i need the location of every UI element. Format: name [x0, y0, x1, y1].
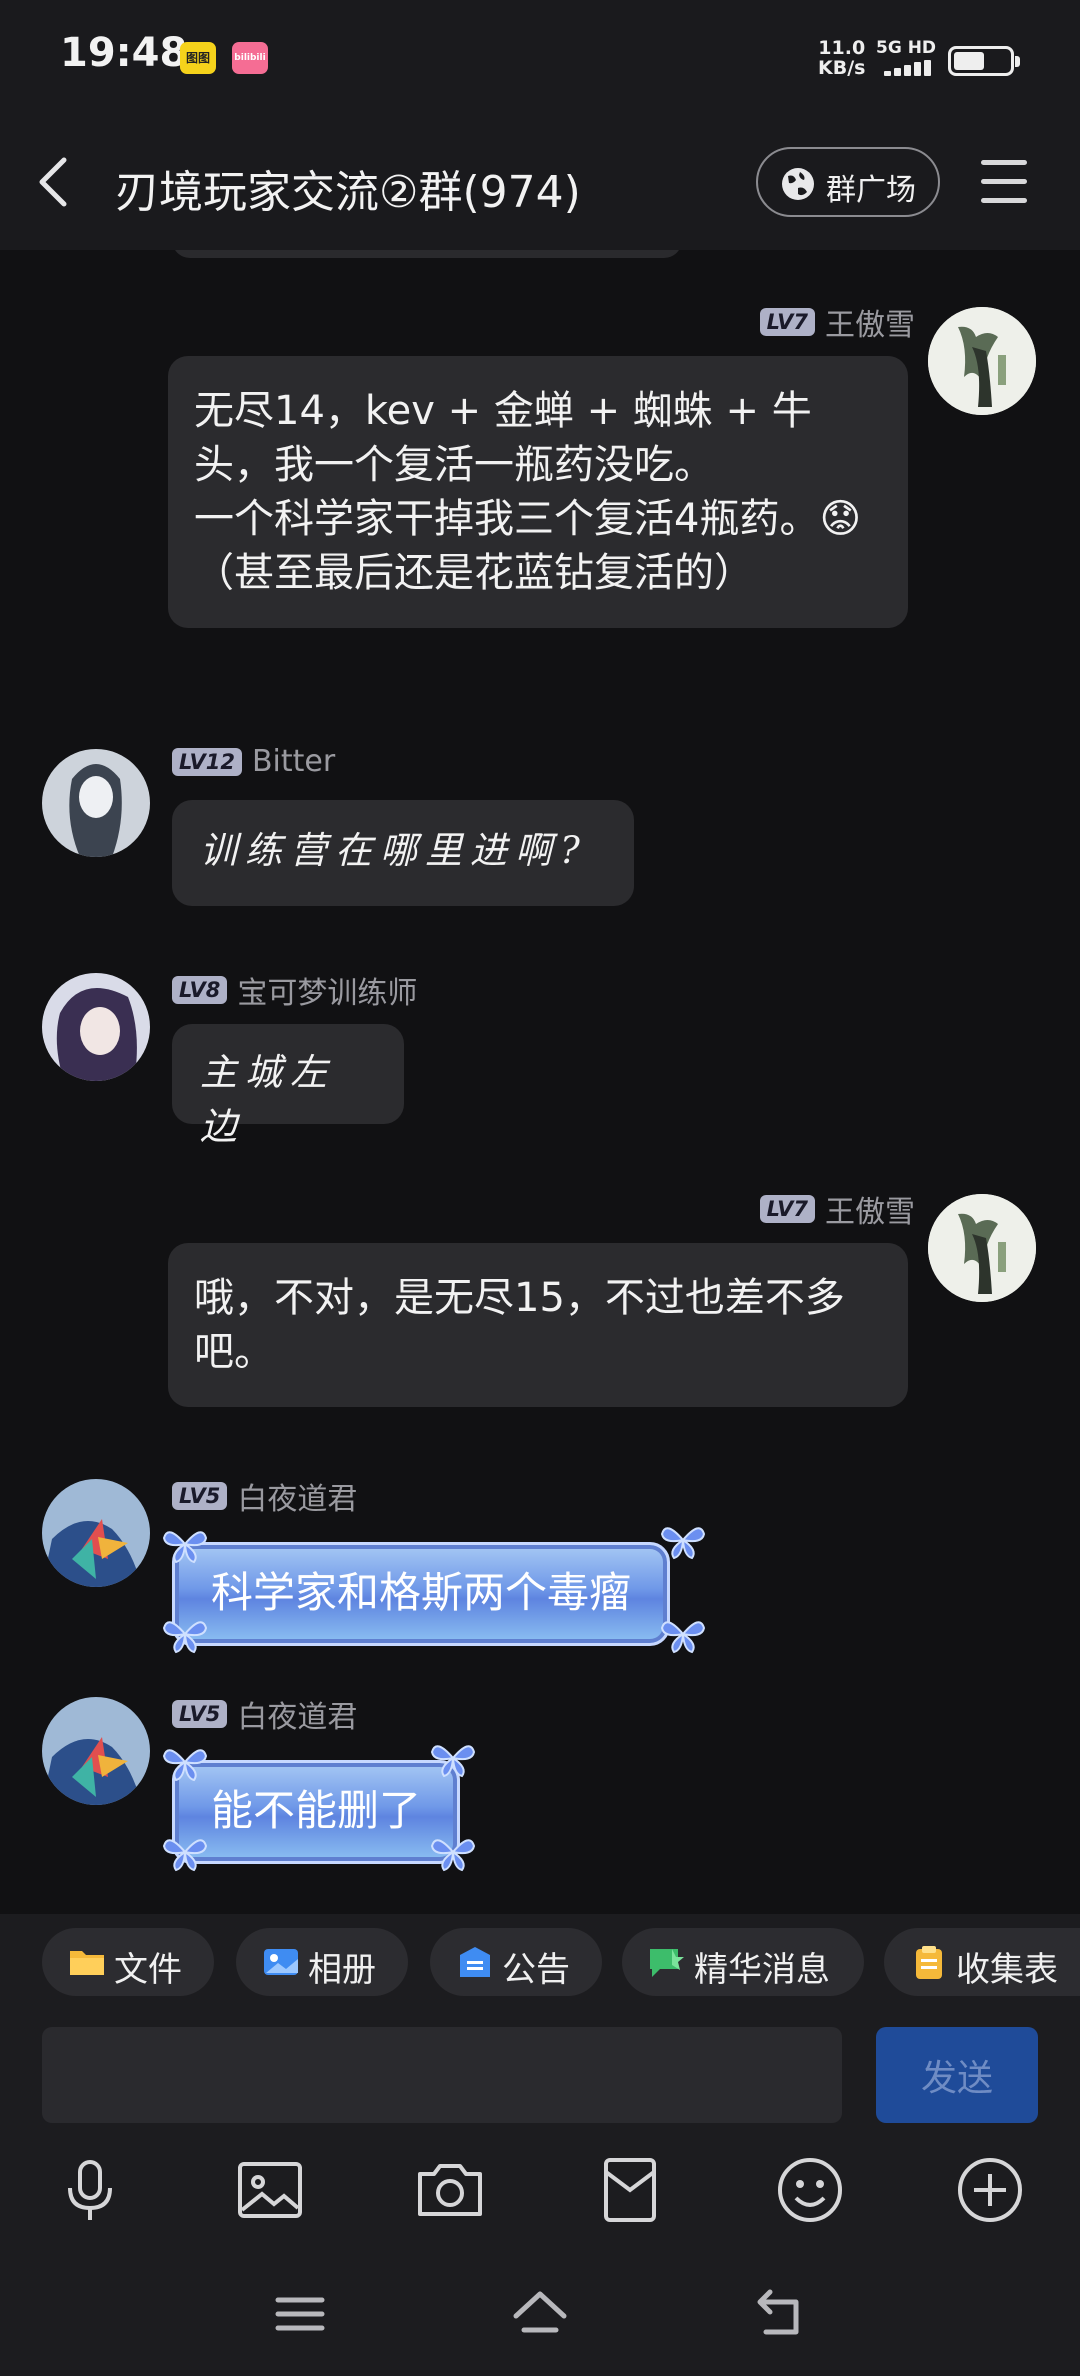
app-notification-icon: 图图	[180, 42, 216, 74]
message-bubble[interactable]: 主城左边	[172, 1024, 404, 1148]
clipboard-icon	[916, 1946, 942, 1979]
menu-button[interactable]	[978, 156, 1030, 208]
more-button[interactable]	[954, 2154, 1026, 2226]
sender-name: 白夜道君	[237, 1482, 358, 1517]
system-nav-bar	[0, 2254, 1080, 2376]
message-bubble[interactable]: 能不能删了	[172, 1760, 461, 1864]
message-meta: LV7 王傲雪	[759, 1187, 915, 1230]
announcement-icon	[460, 1947, 490, 1977]
level-badge: LV5	[172, 1482, 228, 1510]
quick-action-bar: 文件 相册 公告 精华消息 收集表	[0, 1914, 1080, 2022]
red-packet-icon	[604, 2158, 656, 2222]
group-title: 刃境玩家交流②群(974)	[115, 167, 581, 218]
nav-back-button[interactable]	[750, 2284, 810, 2344]
avatar[interactable]	[42, 1697, 150, 1805]
message-bubble[interactable]: 无尽14，kev + 金蝉 + 蜘蛛 + 牛头，我一个复活一瓶药没吃。 一个科学…	[168, 356, 908, 628]
plus-icon	[958, 2158, 1022, 2222]
emoji-button[interactable]	[774, 2154, 846, 2226]
level-badge: LV7	[759, 308, 815, 336]
quick-action-label: 文件	[114, 1950, 182, 1990]
battery-icon	[948, 46, 1020, 76]
voice-button[interactable]	[54, 2154, 126, 2226]
chat-area[interactable]: LV7 王傲雪 无尽14，kev + 金蝉 + 蜘蛛 + 牛头，我一个复活一瓶药没…	[0, 250, 1080, 1914]
message-bubble[interactable]: 训练营在哪里进啊?	[172, 800, 634, 906]
sender-name: 宝可梦训练师	[237, 976, 418, 1011]
quick-action-album[interactable]: 相册	[236, 1928, 408, 1996]
quick-action-files[interactable]: 文件	[42, 1928, 214, 1996]
message-bubble[interactable]: 科学家和格斯两个毒瘤	[172, 1542, 671, 1646]
red-packet-button[interactable]	[594, 2154, 666, 2226]
album-icon	[264, 1949, 298, 1975]
butterfly-icon	[162, 1839, 208, 1872]
butterfly-icon	[430, 1839, 476, 1872]
status-time: 19:48	[60, 30, 188, 76]
level-badge: LV12	[172, 747, 242, 776]
tool-row	[0, 2136, 1080, 2254]
quick-action-collection-form[interactable]: 收集表	[884, 1928, 1080, 1996]
partial-message-bubble	[172, 250, 682, 258]
level-badge: LV7	[759, 1195, 815, 1223]
sender-name: Bitter	[251, 744, 336, 779]
back-icon	[757, 2289, 799, 2335]
back-button[interactable]	[28, 150, 88, 214]
signal-icon	[884, 60, 940, 76]
quick-action-label: 公告	[502, 1950, 570, 1990]
recent-apps-button[interactable]	[270, 2284, 330, 2344]
butterfly-icon	[660, 1621, 706, 1654]
avatar[interactable]	[42, 749, 150, 857]
butterfly-icon	[162, 1621, 208, 1654]
butterfly-icon	[162, 1531, 208, 1564]
image-icon	[238, 2162, 302, 2218]
menu-icon	[275, 2297, 325, 2331]
image-button[interactable]	[234, 2154, 306, 2226]
sender-name: 王傲雪	[825, 1195, 915, 1230]
message-meta: LV12 Bitter	[172, 744, 336, 779]
group-plaza-button[interactable]: 群广场	[756, 147, 940, 217]
message-bubble[interactable]: 哦，不对，是无尽15，不过也差不多吧。	[168, 1243, 908, 1407]
input-bar: 发送	[0, 2022, 1080, 2136]
message-meta: LV5 白夜道君	[172, 1474, 357, 1517]
network-type: 5G HD	[876, 38, 937, 58]
avatar[interactable]	[928, 307, 1036, 415]
level-badge: LV8	[172, 976, 228, 1004]
chat-header: 刃境玩家交流②群(974) 群广场	[0, 120, 1080, 250]
sender-name: 王傲雪	[825, 308, 915, 343]
avatar[interactable]	[928, 1194, 1036, 1302]
bilibili-icon: bilibili	[232, 42, 268, 74]
microphone-icon	[68, 2160, 112, 2220]
avatar[interactable]	[42, 1479, 150, 1587]
home-button[interactable]	[510, 2284, 570, 2344]
network-speed: 11.0 KB/s	[818, 37, 866, 79]
message-input[interactable]	[42, 2027, 842, 2123]
butterfly-icon	[660, 1527, 706, 1560]
home-icon	[513, 2291, 567, 2333]
globe-icon	[782, 168, 814, 200]
send-button[interactable]: 发送	[876, 2027, 1038, 2123]
quick-action-label: 精华消息	[694, 1950, 830, 1990]
quick-action-announcement[interactable]: 公告	[430, 1928, 602, 1996]
emoji-icon	[778, 2158, 842, 2222]
message-meta: LV5 白夜道君	[172, 1692, 357, 1735]
level-badge: LV5	[172, 1700, 228, 1728]
folder-icon	[70, 1951, 104, 1975]
quick-action-essence[interactable]: 精华消息	[622, 1928, 864, 1996]
camera-button[interactable]	[414, 2154, 486, 2226]
quick-action-label: 相册	[308, 1950, 376, 1990]
camera-icon	[418, 2164, 482, 2216]
message-meta: LV8 宝可梦训练师	[172, 968, 417, 1011]
sender-name: 白夜道君	[237, 1700, 358, 1735]
status-bar: 19:48 图图 bilibili 11.0 KB/s 5G HD	[0, 0, 1080, 120]
avatar[interactable]	[42, 973, 150, 1081]
quick-action-label: 收集表	[956, 1950, 1058, 1990]
butterfly-icon	[430, 1745, 476, 1778]
essence-icon	[650, 1949, 684, 1977]
message-meta: LV7 王傲雪	[759, 300, 915, 343]
chevron-left-icon	[39, 157, 67, 207]
group-plaza-label: 群广场	[826, 173, 916, 208]
butterfly-icon	[162, 1749, 208, 1782]
